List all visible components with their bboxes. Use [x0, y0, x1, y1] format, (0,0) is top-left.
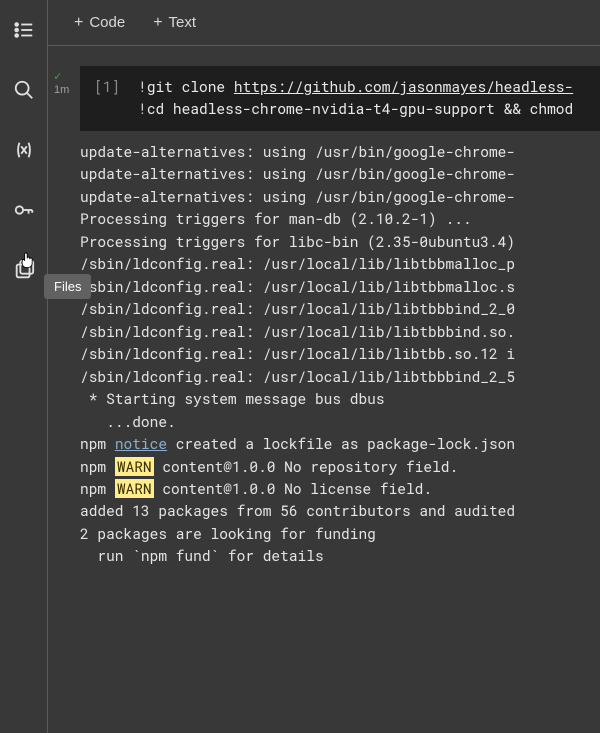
code-cell: ✓ 1m [1]!git clone https://github.com/ja…: [48, 66, 600, 568]
cell-body: [1]!git clone https://github.com/jasonma…: [80, 66, 600, 568]
out-line: added 13 packages from 56 contributors a…: [80, 500, 600, 522]
out-line: /sbin/ldconfig.real: /usr/local/lib/libt…: [80, 276, 600, 298]
out-line: run `npm fund` for details: [80, 545, 600, 567]
add-text-button[interactable]: + Text: [143, 8, 206, 38]
out-line: 2 packages are looking for funding: [80, 523, 600, 545]
out-line: Processing triggers for man-db (2.10.2-1…: [80, 208, 600, 230]
main-area: + Code + Text ✓ 1m [1]!git clone https:/…: [48, 0, 600, 733]
search-icon[interactable]: [8, 74, 40, 106]
out-line: /sbin/ldconfig.real: /usr/local/lib/libt…: [80, 253, 600, 275]
npm-notice-rest: created a lockfile as package-lock.json: [167, 434, 515, 453]
npm-warn-line: npm WARN content@1.0.0 No repository fie…: [80, 456, 600, 478]
npm-prefix: npm: [80, 434, 115, 453]
npm-prefix: npm: [80, 457, 115, 476]
out-line: /sbin/ldconfig.real: /usr/local/lib/libt…: [80, 298, 600, 320]
bang: !: [138, 99, 147, 118]
out-line: /sbin/ldconfig.real: /usr/local/lib/libt…: [80, 321, 600, 343]
npm-warn-word: WARN: [115, 479, 154, 498]
secrets-icon[interactable]: [8, 194, 40, 226]
npm-warn-rest: content@1.0.0 No repository field.: [154, 457, 459, 476]
toc-icon[interactable]: [8, 14, 40, 46]
exec-time: 1m: [54, 84, 80, 96]
cell-output: update-alternatives: using /usr/bin/goog…: [80, 131, 600, 568]
git-url: https://github.com/jasonmayes/headless-: [234, 77, 573, 96]
npm-notice-line: npm notice created a lockfile as package…: [80, 433, 600, 455]
npm-warn-line: npm WARN content@1.0.0 No license field.: [80, 478, 600, 500]
variables-icon[interactable]: [8, 134, 40, 166]
out-line: ...done.: [80, 411, 600, 433]
plus-icon: +: [74, 14, 83, 32]
npm-prefix: npm: [80, 479, 115, 498]
files-icon[interactable]: [8, 254, 40, 286]
add-code-button[interactable]: + Code: [64, 8, 135, 38]
prompt-number: [1]: [94, 77, 120, 96]
status-check-icon: ✓: [54, 70, 80, 82]
files-tooltip: Files: [44, 274, 91, 299]
cell-gutter[interactable]: ✓ 1m: [48, 66, 80, 568]
npm-notice-word: notice: [115, 434, 167, 453]
out-line: * Starting system message bus dbus: [80, 388, 600, 410]
code-input[interactable]: [1]!git clone https://github.com/jasonma…: [80, 66, 600, 131]
toolbar: + Code + Text: [48, 0, 600, 46]
add-code-label: Code: [89, 14, 125, 31]
add-text-label: Text: [169, 14, 197, 31]
out-line: /sbin/ldconfig.real: /usr/local/lib/libt…: [80, 343, 600, 365]
cmd-text: git clone: [147, 77, 234, 96]
cmd-text: cd headless-chrome-nvidia-t4-gpu-support…: [147, 99, 573, 118]
cell-area: ✓ 1m [1]!git clone https://github.com/ja…: [48, 46, 600, 733]
out-line: update-alternatives: using /usr/bin/goog…: [80, 141, 600, 163]
sidebar: Files: [0, 0, 48, 733]
npm-warn-word: WARN: [115, 457, 154, 476]
bang: !: [138, 77, 147, 96]
out-line: Processing triggers for libc-bin (2.35-0…: [80, 231, 600, 253]
out-line: /sbin/ldconfig.real: /usr/local/lib/libt…: [80, 366, 600, 388]
out-line: update-alternatives: using /usr/bin/goog…: [80, 163, 600, 185]
plus-icon: +: [153, 14, 162, 32]
npm-warn-rest: content@1.0.0 No license field.: [154, 479, 432, 498]
out-line: update-alternatives: using /usr/bin/goog…: [80, 186, 600, 208]
